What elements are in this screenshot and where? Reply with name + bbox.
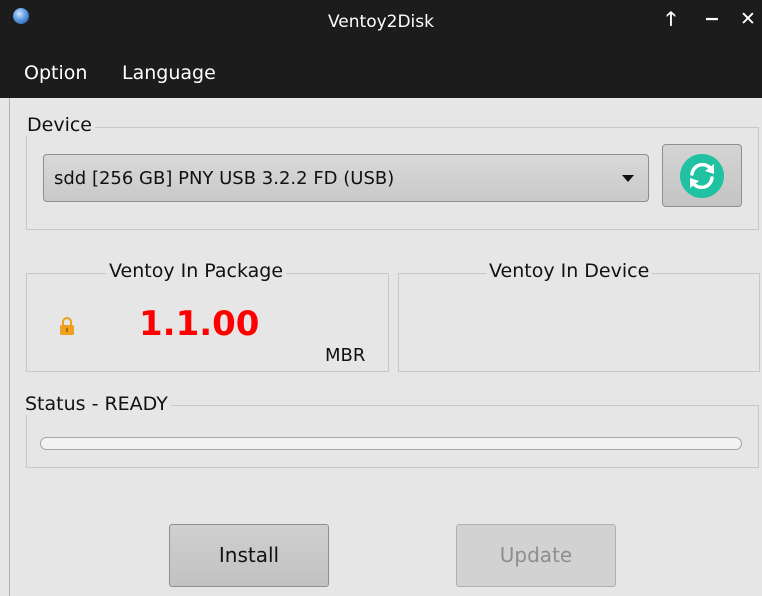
device-select[interactable]: sdd [256 GB] PNY USB 3.2.2 FD (USB) [43,154,649,202]
window-left-edge [0,98,10,596]
close-button[interactable]: ✕ [740,9,756,29]
lock-icon [60,317,74,335]
window-title: Ventoy2Disk [327,12,434,32]
update-button[interactable]: Update [456,524,616,587]
device-ventoy-legend: Ventoy In Device [486,260,653,282]
status-legend: Status - READY [22,393,171,415]
title-bar: Ventoy2Disk 🡑 − ✕ [0,0,762,56]
package-legend: Ventoy In Package [106,260,287,282]
progress-bar [40,437,742,450]
install-button[interactable]: Install [169,524,329,587]
menu-option[interactable]: Option [24,62,87,84]
package-partition-style: MBR [325,345,366,366]
device-select-value: sdd [256 GB] PNY USB 3.2.2 FD (USB) [54,168,395,189]
refresh-icon [680,154,724,198]
refresh-button[interactable] [662,144,742,207]
menu-bar [0,56,762,98]
minimize-button[interactable]: − [704,9,720,29]
menu-language[interactable]: Language [122,62,216,84]
device-legend: Device [24,114,95,136]
maximize-button[interactable]: 🡑 [666,9,676,29]
package-version: 1.1.00 [139,304,260,344]
chevron-down-icon[interactable] [622,175,634,182]
device-ventoy-group [398,273,760,372]
